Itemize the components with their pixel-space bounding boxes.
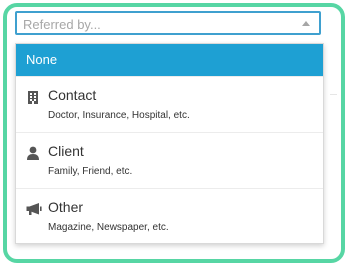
option-contact-description: Doctor, Insurance, Hospital, etc. (48, 110, 190, 121)
option-client-description: Family, Friend, etc. (48, 166, 133, 177)
option-client-label: Client (48, 143, 84, 159)
building-icon (28, 91, 38, 104)
referred-by-select[interactable] (15, 11, 321, 35)
option-none[interactable]: None (16, 44, 323, 76)
referred-by-input[interactable] (23, 15, 293, 33)
triangle-up-icon[interactable] (302, 21, 310, 26)
person-icon (27, 146, 39, 160)
background-divider (330, 94, 337, 95)
option-other-label: Other (48, 199, 84, 215)
megaphone-icon (26, 203, 42, 215)
option-contact[interactable]: Contact Doctor, Insurance, Hospital, etc… (16, 76, 323, 132)
option-client[interactable]: Client Family, Friend, etc. (16, 132, 323, 188)
option-other-description: Magazine, Newspaper, etc. (48, 222, 169, 233)
option-other[interactable]: Other Magazine, Newspaper, etc. (16, 188, 323, 243)
referral-dropdown-menu: None Contact Doctor, Insurance, Hospital… (15, 43, 324, 244)
option-contact-label: Contact (48, 87, 97, 103)
